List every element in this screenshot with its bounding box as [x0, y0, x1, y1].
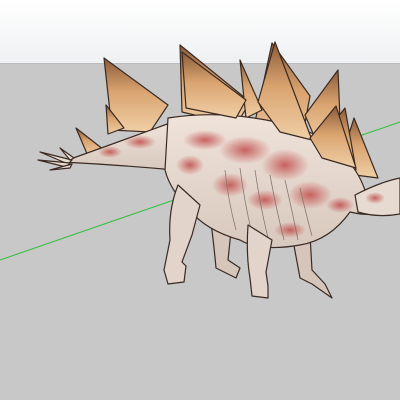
scene-canvas	[0, 41, 400, 299]
near-hind-leg	[163, 184, 201, 285]
tail-spikes	[37, 147, 75, 171]
3d-viewport[interactable]	[0, 0, 400, 400]
stegosaurus-model[interactable]	[37, 41, 400, 299]
